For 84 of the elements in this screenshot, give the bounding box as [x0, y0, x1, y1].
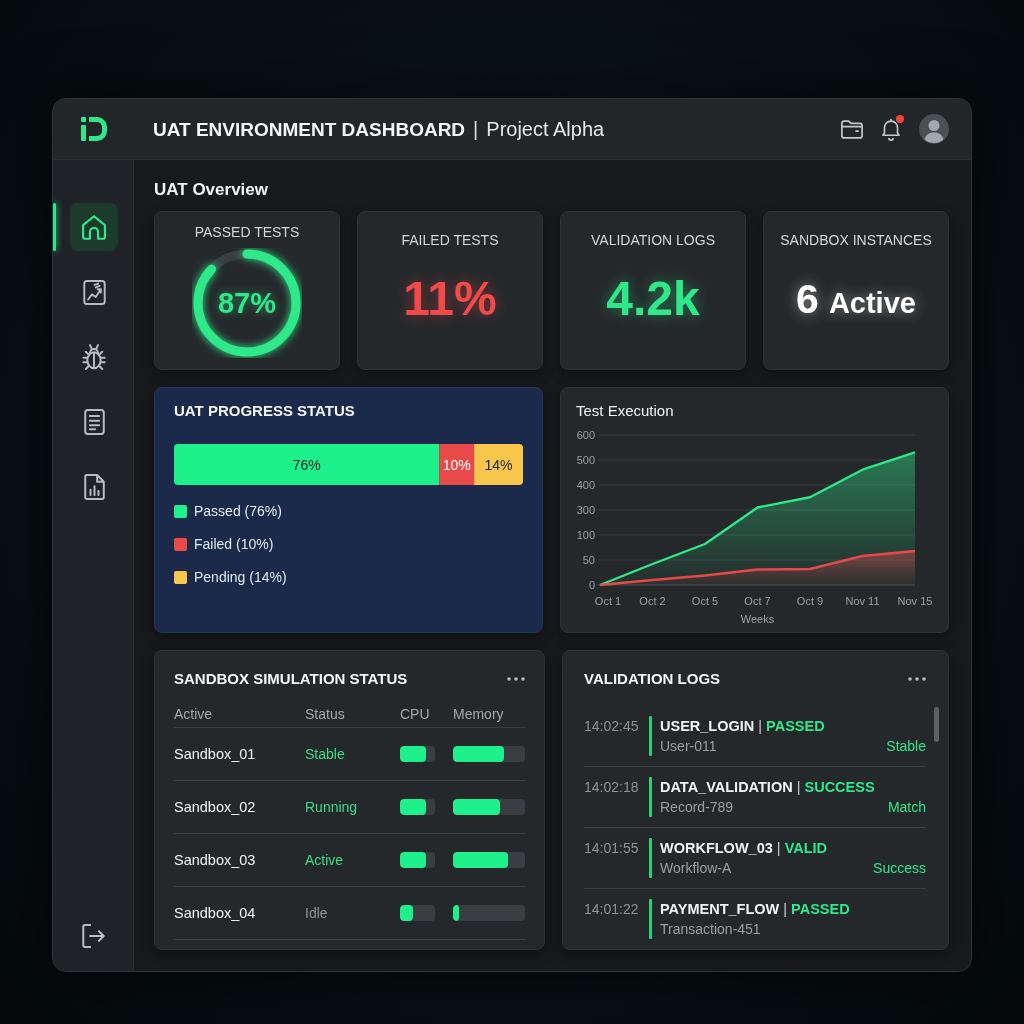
log-title: DATA_VALIDATION | SUCCESS [660, 778, 876, 797]
axis-label: 0 [588, 579, 595, 591]
section-title: UAT Overview [154, 179, 269, 201]
card-title: SANDBOX SIMULATION STATUS [174, 670, 408, 688]
scrollbar-thumb[interactable] [934, 707, 939, 742]
log-title: PAYMENT_FLOW | PASSED [660, 900, 851, 919]
stat-value: 11% [403, 271, 497, 327]
log-tag: Success [873, 858, 926, 878]
more-icon[interactable] [908, 677, 926, 681]
legend-label: Passed (76%) [194, 503, 282, 519]
axis-label: 300 [576, 504, 595, 516]
log-time: 14:02:18 [584, 778, 640, 797]
log-tag: Match [887, 797, 926, 817]
marker-bar-icon [649, 777, 652, 817]
more-icon[interactable] [507, 677, 525, 681]
project-name: Project Alpha [486, 117, 605, 141]
nav-button[interactable] [70, 203, 118, 251]
marker-bar-icon [649, 899, 652, 939]
logout-icon[interactable] [82, 924, 105, 948]
column-header: Active [174, 706, 214, 722]
marker-bar-icon [649, 838, 652, 878]
log-time: 14:02:45 [584, 717, 640, 736]
table-cell-text: Sandbox_04 [174, 905, 257, 921]
axis-label: Nov 15 [897, 595, 933, 607]
log-title: USER_LOGIN | PASSED [660, 717, 826, 736]
chart-title: Test Execution [575, 402, 675, 420]
stat-label: SANDBOX INSTANCES [780, 231, 932, 249]
document-icon [83, 409, 105, 435]
axis-label: Oct 9 [796, 595, 824, 607]
value-label: 14% [484, 456, 513, 473]
stat-value: 6 [796, 275, 819, 324]
axis-label: 50 [582, 554, 595, 566]
log-title: WORKFLOW_03 | VALID [660, 839, 829, 858]
card-title: VALIDATION LOGS [584, 670, 721, 688]
legend-label: Failed (10%) [194, 536, 274, 552]
stat-label: FAILED TESTS [401, 231, 499, 249]
logo-icon [79, 116, 108, 142]
value-label: 10% [442, 456, 471, 473]
selection-indicator [53, 203, 56, 251]
axis-title: Weeks [740, 613, 775, 625]
chart-file-icon [83, 474, 105, 500]
title-separator: | [473, 117, 479, 141]
bell-icon[interactable] [882, 117, 900, 141]
axis-label: 600 [576, 429, 595, 441]
log-detail: User-011 [660, 737, 717, 756]
axis-label: 500 [576, 454, 595, 466]
status-text: Running [305, 799, 359, 815]
axis-label: Nov 11 [845, 595, 880, 607]
legend-label: Pending (14%) [194, 569, 287, 585]
log-time: 14:01:22 [584, 900, 640, 919]
status-text: Idle [305, 905, 329, 921]
status-text: Stable [305, 746, 346, 762]
stat-label: VALIDATION LOGS [591, 231, 715, 249]
log-time: 14:01:55 [584, 839, 640, 858]
column-header: Status [305, 706, 346, 722]
log-tag: Stable [886, 736, 926, 756]
log-detail: Workflow-A [660, 859, 732, 878]
value-label: 76% [292, 456, 321, 473]
status-text: Active [305, 852, 345, 868]
axis-label: Oct 1 [594, 595, 622, 607]
stat-label: PASSED TESTS [194, 223, 300, 241]
axis-label: 100 [576, 529, 595, 541]
stat-value: 4.2k [606, 271, 700, 327]
folder-icon[interactable] [841, 119, 863, 139]
column-header: Memory [453, 706, 505, 722]
table-cell-text: Sandbox_02 [174, 799, 257, 815]
card-title: UAT PROGRESS STATUS [174, 402, 356, 420]
log-detail: Record-789 [660, 798, 734, 817]
dashboard-title: UAT ENVIRONMENT DASHBOARD [153, 118, 466, 141]
trend-document-icon [82, 279, 106, 305]
avatar-icon[interactable] [919, 114, 949, 144]
table-cell-text: Sandbox_03 [174, 852, 257, 868]
axis-label: Oct 5 [691, 595, 719, 607]
axis-label: Oct 7 [744, 595, 771, 607]
axis-label: Oct 2 [639, 595, 666, 607]
bug-icon [82, 344, 106, 370]
column-header: CPU [400, 706, 431, 722]
log-detail: Transaction-451 [660, 920, 761, 939]
axis-label: 400 [576, 479, 595, 491]
stat-value: 87% [218, 286, 276, 320]
marker-bar-icon [649, 716, 652, 756]
table-cell-text: Sandbox_01 [174, 746, 257, 762]
value-unit: Active [828, 287, 916, 320]
home-icon [82, 214, 106, 240]
